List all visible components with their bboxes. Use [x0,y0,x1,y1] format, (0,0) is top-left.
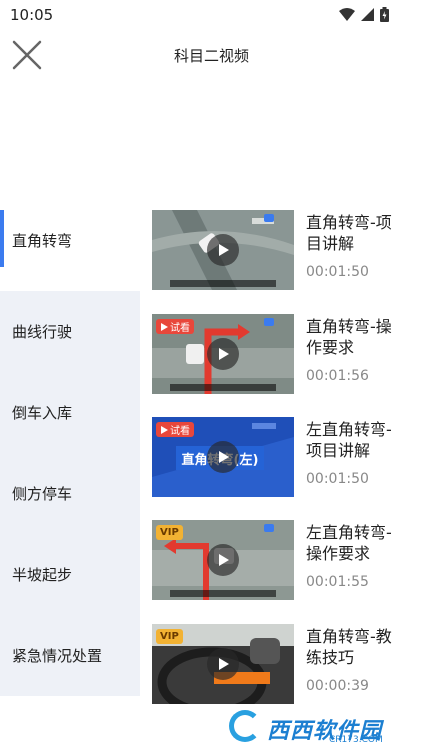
video-thumbnail[interactable]: 试看 直角转弯(左) [152,417,294,497]
sidebar-item-label: 侧方停车 [12,485,73,503]
video-thumbnail[interactable] [152,210,294,290]
video-item[interactable]: 试看 直角转弯(左) 左直角转弯-项目讲解 00:01:50 [152,417,412,497]
status-bar: 10:05 [0,0,423,30]
video-duration: 00:01:56 [306,368,369,384]
play-icon [219,451,229,463]
badge-label: 试看 [170,323,190,334]
sidebar-item-hill-start[interactable]: 半坡起步 [0,534,140,615]
video-item[interactable]: 试看 直角转弯-操作要求 00:01:56 [152,314,412,394]
sidebar-item-parallel-parking[interactable]: 侧方停车 [0,453,140,534]
vip-badge: VIP [156,629,183,644]
video-duration: 00:01:55 [306,574,369,590]
sidebar-item-label: 倒车入库 [12,404,73,422]
thumbnail-logo [264,524,274,532]
site-watermark: 西西软件园 CR173.COM [225,708,407,746]
video-duration: 00:01:50 [306,264,369,280]
video-thumbnail[interactable]: 试看 [152,314,294,394]
sidebar-item-label: 半坡起步 [12,566,73,584]
badge-label: VIP [160,631,179,642]
sidebar-item-label: 曲线行驶 [12,323,73,341]
play-button[interactable] [207,338,239,370]
video-item[interactable]: VIP 直角转弯-教练技巧 00:00:39 [152,624,412,704]
video-title: 直角转弯-项目讲解 [306,213,392,253]
sidebar-item-right-angle-turn[interactable]: 直角转弯 [0,210,140,291]
watermark-logo [229,710,261,742]
signal-icon [361,8,374,21]
wifi-icon [339,7,355,21]
watermark-subtext: CR173.COM [329,735,383,745]
page-title: 科目二视频 [173,47,249,65]
play-button[interactable] [207,441,239,473]
thumbnail-caption [170,280,276,287]
video-item[interactable]: VIP 左直角转弯-操作要求 00:01:55 [152,520,412,600]
video-item[interactable]: 直角转弯-项目讲解 00:01:50 [152,210,412,290]
play-small-icon [161,322,168,331]
sidebar-item-emergency[interactable]: 紧急情况处置 [0,615,140,696]
thumbnail-logo [264,214,274,222]
category-sidebar: 直角转弯 曲线行驶 倒车入库 侧方停车 半坡起步 紧急情况处置 [0,210,140,696]
thumbnail-logo [264,318,274,326]
video-title: 直角转弯-操作要求 [306,317,392,357]
sidebar-item-label: 紧急情况处置 [12,647,103,665]
play-button[interactable] [207,544,239,576]
thumbnail-caption [170,590,276,597]
trial-badge: 试看 [156,422,194,437]
play-icon [219,348,229,360]
badge-label: VIP [160,527,179,538]
badge-label: 试看 [170,426,190,437]
play-icon [219,554,229,566]
trial-badge: 试看 [156,319,194,334]
video-thumbnail[interactable]: VIP [152,520,294,600]
header: 科目二视频 [0,30,423,80]
video-title: 左直角转弯-操作要求 [306,523,392,563]
thumbnail-caption [170,384,276,391]
vip-badge: VIP [156,525,183,540]
sidebar-item-curve-driving[interactable]: 曲线行驶 [0,291,140,372]
play-small-icon [161,425,168,434]
play-button[interactable] [207,648,239,680]
play-button[interactable] [207,234,239,266]
play-icon [219,658,229,670]
battery-icon [380,7,389,22]
sidebar-item-reverse-parking[interactable]: 倒车入库 [0,372,140,453]
sidebar-item-label: 直角转弯 [12,232,73,250]
video-thumbnail[interactable]: VIP [152,624,294,704]
video-title: 直角转弯-教练技巧 [306,627,392,667]
status-time: 10:05 [10,6,54,24]
video-duration: 00:00:39 [306,678,369,694]
video-title: 左直角转弯-项目讲解 [306,420,392,460]
play-icon [219,244,229,256]
video-duration: 00:01:50 [306,471,369,487]
status-icons [339,7,389,22]
